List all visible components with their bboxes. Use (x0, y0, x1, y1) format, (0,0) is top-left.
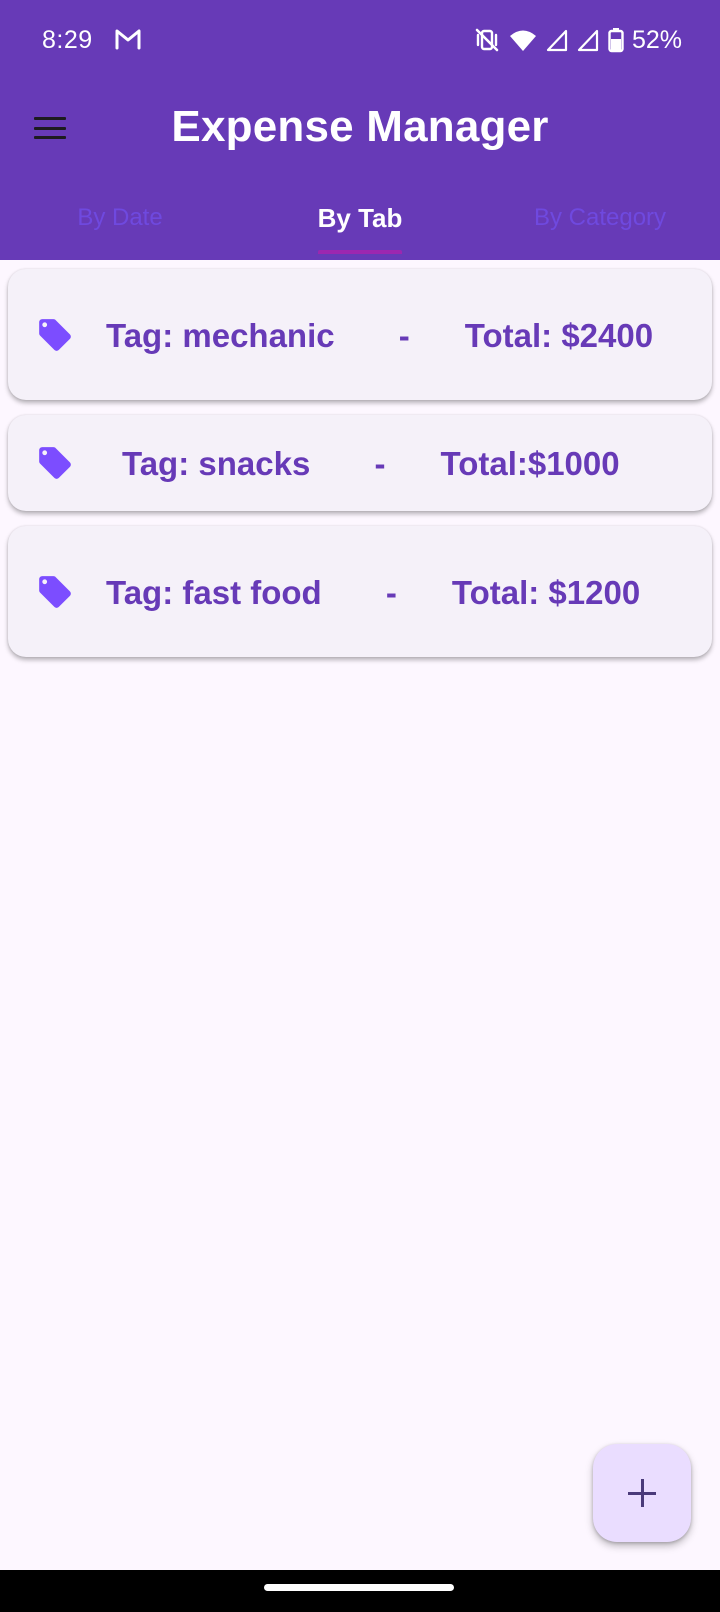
tab-label: By Date (77, 204, 163, 231)
tab-by-category[interactable]: By Category (480, 190, 720, 260)
tab-label: By Tab (317, 203, 403, 233)
signal-icon (577, 29, 599, 52)
signal-icon (546, 29, 568, 52)
toolbar: Expense Manager (0, 80, 720, 180)
tag-icon (39, 575, 71, 608)
battery-percentage: 52% (631, 25, 682, 54)
add-button[interactable] (593, 1444, 691, 1542)
list-item-label: Tag: fast food - Total: $1200 (106, 574, 641, 611)
system-nav-bar (0, 1570, 720, 1612)
list-item[interactable]: Tag: mechanic - Total: $2400 (8, 269, 712, 400)
list-item-label: Tag: mechanic - Total: $2400 (106, 317, 654, 354)
status-icons: 52% (474, 24, 682, 56)
tab-bar: By Date By Tab By Category (0, 190, 720, 260)
wifi-icon (509, 30, 536, 51)
status-time: 8:29 (42, 26, 93, 54)
list-item[interactable]: Tag: snacks - Total:$1000 (8, 415, 712, 511)
tab-indicator (318, 250, 402, 254)
list-item-label: Tag: snacks - Total:$1000 (122, 444, 620, 482)
tab-by-date[interactable]: By Date (0, 190, 240, 260)
app-bar: 8:29 52% Expense Manager By Date By Tab … (0, 0, 720, 260)
home-indicator[interactable] (264, 1584, 454, 1591)
tag-icon (39, 447, 71, 479)
tab-by-tab[interactable]: By Tab (240, 190, 480, 260)
tag-icon (39, 318, 71, 351)
page-title: Expense Manager (171, 102, 549, 151)
gmail-icon (115, 29, 141, 50)
vibrate-off-icon (475, 28, 499, 52)
plus-icon (628, 1479, 656, 1507)
tag-list: Tag: mechanic - Total: $2400 Tag: snacks… (8, 269, 712, 672)
list-item[interactable]: Tag: fast food - Total: $1200 (8, 526, 712, 657)
battery-icon (608, 28, 624, 53)
status-bar: 8:29 52% (0, 0, 720, 80)
tab-label: By Category (533, 204, 667, 231)
